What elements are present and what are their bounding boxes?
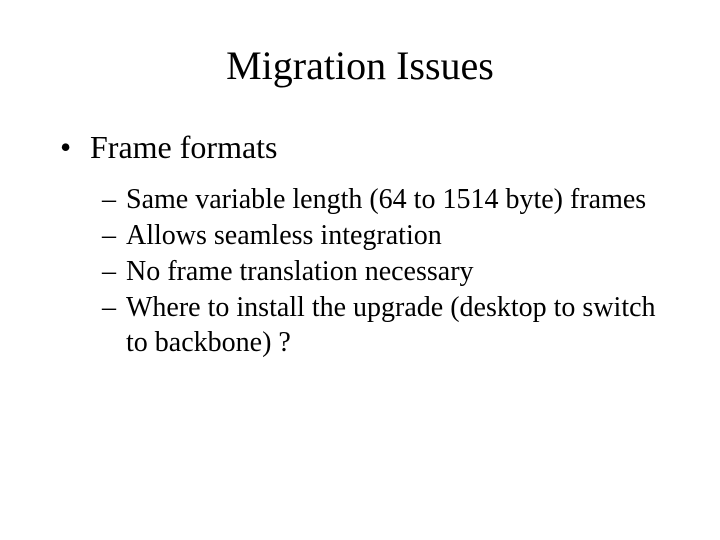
- dash-icon: –: [102, 219, 126, 253]
- list-item-label: Where to install the upgrade (desktop to…: [126, 291, 670, 359]
- list-item: • Frame formats: [60, 127, 670, 167]
- dash-icon: –: [102, 291, 126, 359]
- slide: Migration Issues • Frame formats – Same …: [0, 0, 720, 540]
- list-item-label: Allows seamless integration: [126, 219, 670, 253]
- list-item-label: Frame formats: [90, 127, 278, 167]
- list-item: – No frame translation necessary: [102, 255, 670, 289]
- list-item: – Allows seamless integration: [102, 219, 670, 253]
- list-item: – Same variable length (64 to 1514 byte)…: [102, 183, 670, 217]
- list-item-label: Same variable length (64 to 1514 byte) f…: [126, 183, 670, 217]
- bullet-icon: •: [60, 127, 90, 167]
- dash-icon: –: [102, 183, 126, 217]
- sub-list: – Same variable length (64 to 1514 byte)…: [60, 183, 670, 360]
- slide-content: • Frame formats – Same variable length (…: [0, 127, 720, 360]
- slide-title: Migration Issues: [0, 0, 720, 127]
- list-item-label: No frame translation necessary: [126, 255, 670, 289]
- list-item: – Where to install the upgrade (desktop …: [102, 291, 670, 359]
- dash-icon: –: [102, 255, 126, 289]
